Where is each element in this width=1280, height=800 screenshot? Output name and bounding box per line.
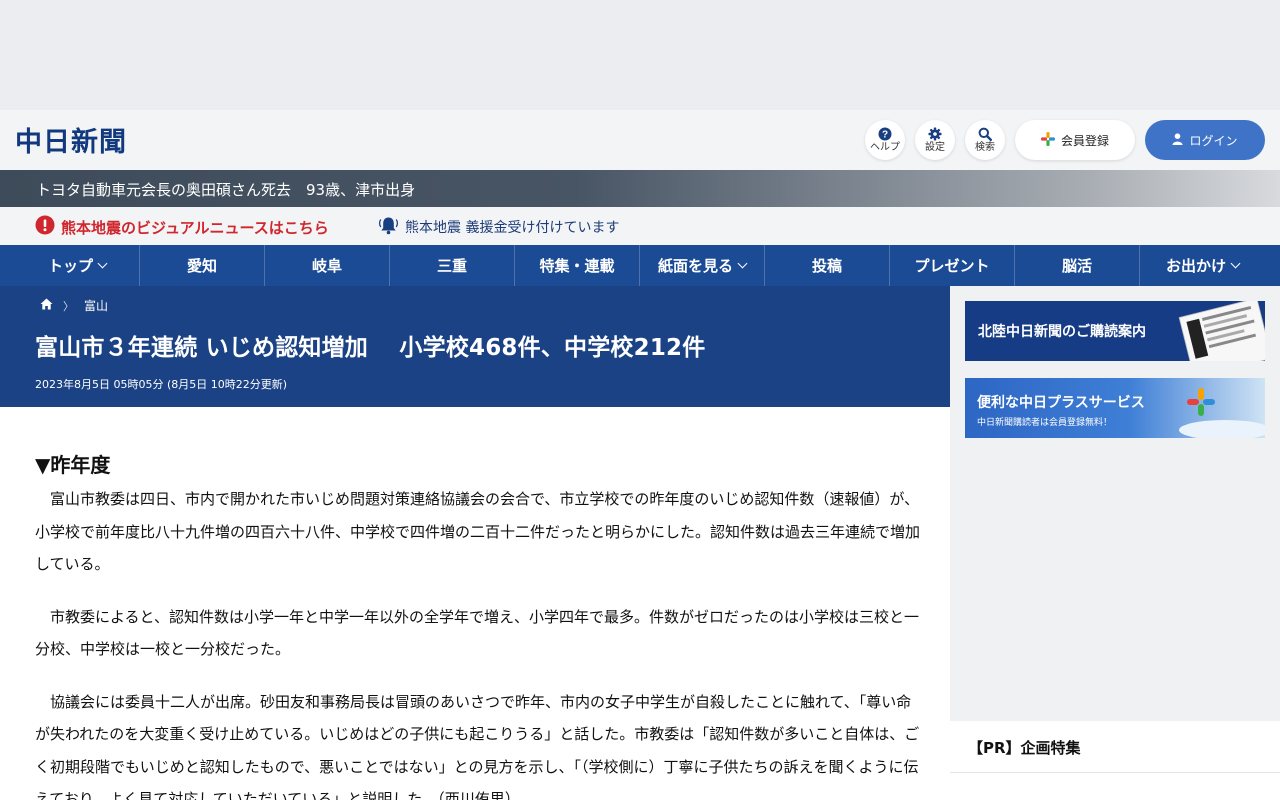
nav-item-label: 三重: [436, 257, 467, 275]
visual-news-link[interactable]: 熊本地震のビジュアルニュースはこちら: [35, 215, 329, 239]
help-label: ヘルプ: [870, 142, 900, 153]
chevron-down-icon: [737, 258, 748, 269]
nav-item[interactable]: お出かけ: [1140, 245, 1265, 286]
plus-hand-graphic: [1179, 388, 1265, 438]
settings-label: 設定: [925, 142, 945, 153]
logo-text: 中日新聞: [15, 126, 127, 158]
nav-item-label: プレゼント: [914, 257, 990, 275]
nav-item-label: 岐阜: [311, 257, 342, 275]
search-button[interactable]: 検索: [965, 120, 1005, 160]
nav-item-label: 特集・連載: [539, 257, 615, 275]
login-label: ログイン: [1189, 133, 1238, 148]
chevron-down-icon: [97, 258, 108, 269]
article-date: 2023年8月5日 05時05分 (8月5日 10時22分更新): [35, 378, 288, 391]
nav-item[interactable]: 投稿: [765, 245, 890, 286]
site-header: 中日新聞 ? ヘルプ 設定 検索 会員登録 ログイン: [0, 110, 1280, 170]
help-icon: ?: [878, 127, 892, 141]
article-paragraph: 富山市教委は四日、市内で開かれた市いじめ問題対策連絡協議会の会合で、市立学校での…: [35, 490, 921, 573]
breaking-news-bar: トヨタ自動車元会長の奥田碩さん死去 93歳、津市出身: [0, 170, 1280, 207]
donation-link[interactable]: 熊本地震 義援金受け付けています: [378, 215, 619, 239]
sidebar: 北陸中日新聞のご購読案内 便利な中日プラスサービス 中日新聞購読者は会員登録無料…: [950, 286, 1280, 800]
main-nav: トップ 愛知 岐阜 三重 特集・連載 紙面を見る 投稿 プレゼント 脳活 お出かけ: [0, 245, 1280, 286]
plus-logo-icon: [1040, 131, 1055, 149]
home-icon[interactable]: [40, 298, 53, 313]
article-title: 富山市３年連続 いじめ認知増加 小学校468件、中学校212件: [35, 335, 706, 361]
gear-icon: [928, 127, 942, 141]
nav-item-label: 脳活: [1061, 257, 1092, 275]
help-button[interactable]: ? ヘルプ: [865, 120, 905, 160]
user-icon: [1172, 132, 1183, 148]
nav-item[interactable]: 愛知: [140, 245, 265, 286]
chevron-down-icon: [1230, 258, 1241, 269]
settings-button[interactable]: 設定: [915, 120, 955, 160]
chunichi-plus-banner[interactable]: 便利な中日プラスサービス 中日新聞購読者は会員登録無料！: [965, 378, 1265, 438]
article-paragraph: 市教委によると、認知件数は小学一年と中学一年以外の全学年で増え、小学四年で最多。…: [35, 607, 919, 659]
nav-item[interactable]: 三重: [390, 245, 515, 286]
alert-icon: [35, 215, 55, 239]
register-label: 会員登録: [1060, 133, 1109, 148]
site-logo[interactable]: 中日新聞: [15, 122, 127, 158]
top-ad-area: [0, 0, 1280, 110]
breadcrumb-item-toyama[interactable]: 富山: [84, 297, 108, 314]
svg-text:?: ?: [882, 130, 888, 141]
nav-item-label: 愛知: [186, 257, 217, 275]
nav-item[interactable]: トップ: [15, 245, 140, 286]
register-button[interactable]: 会員登録: [1015, 120, 1135, 160]
subscription-banner[interactable]: 北陸中日新聞のご購読案内: [965, 301, 1265, 361]
visual-news-text: 熊本地震のビジュアルニュースはこちら: [61, 218, 329, 237]
subscription-banner-text: 北陸中日新聞のご購読案内: [978, 324, 1146, 340]
breadcrumb-separator: 〉: [63, 299, 74, 313]
article-header: 〉 富山 富山市３年連続 いじめ認知増加 小学校468件、中学校212件 202…: [0, 286, 950, 407]
article-subheading: ▼昨年度: [35, 453, 111, 477]
article-paragraph: 協議会には委員十二人が出席。砂田友和事務局長は冒頭のあいさつで昨年、市内の女子中…: [35, 692, 920, 800]
chunichi-plus-title: 便利な中日プラスサービス: [977, 395, 1145, 411]
login-button[interactable]: ログイン: [1145, 120, 1265, 160]
article-body: 富山市教委は四日、市内で開かれた市いじめ問題対策連絡協議会の会合で、市立学校での…: [35, 483, 920, 800]
article-content: ▼昨年度 富山市教委は四日、市内で開かれた市いじめ問題対策連絡協議会の会合で、市…: [0, 407, 950, 800]
chunichi-plus-subtitle: 中日新聞購読者は会員登録無料！: [977, 418, 1113, 428]
pr-section-title: 【PR】企画特集: [968, 739, 1081, 757]
breadcrumb: 〉 富山: [40, 297, 108, 314]
nav-item[interactable]: 特集・連載: [515, 245, 640, 286]
nav-item[interactable]: 岐阜: [265, 245, 390, 286]
search-icon: [978, 127, 992, 141]
nav-item-label: お出かけ: [1165, 257, 1226, 275]
donation-text: 熊本地震 義援金受け付けています: [405, 220, 620, 236]
alert-bar: 熊本地震のビジュアルニュースはこちら 熊本地震 義援金受け付けています: [0, 207, 1280, 245]
divider: [950, 772, 1280, 773]
nav-item-label: 投稿: [811, 257, 842, 275]
nav-item[interactable]: 脳活: [1015, 245, 1140, 286]
nav-item-label: 紙面を見る: [657, 257, 733, 275]
search-label: 検索: [975, 142, 995, 153]
nav-item[interactable]: プレゼント: [890, 245, 1015, 286]
bell-icon: [378, 215, 399, 239]
pr-section: 【PR】企画特集: [950, 721, 1280, 800]
breaking-news-link[interactable]: トヨタ自動車元会長の奥田碩さん死去 93歳、津市出身: [36, 179, 415, 200]
newspaper-graphic: [1178, 301, 1265, 361]
main-nav-list: トップ 愛知 岐阜 三重 特集・連載 紙面を見る 投稿 プレゼント 脳活 お出かけ: [15, 245, 1265, 286]
nav-item[interactable]: 紙面を見る: [640, 245, 765, 286]
nav-item-label: トップ: [47, 257, 93, 275]
